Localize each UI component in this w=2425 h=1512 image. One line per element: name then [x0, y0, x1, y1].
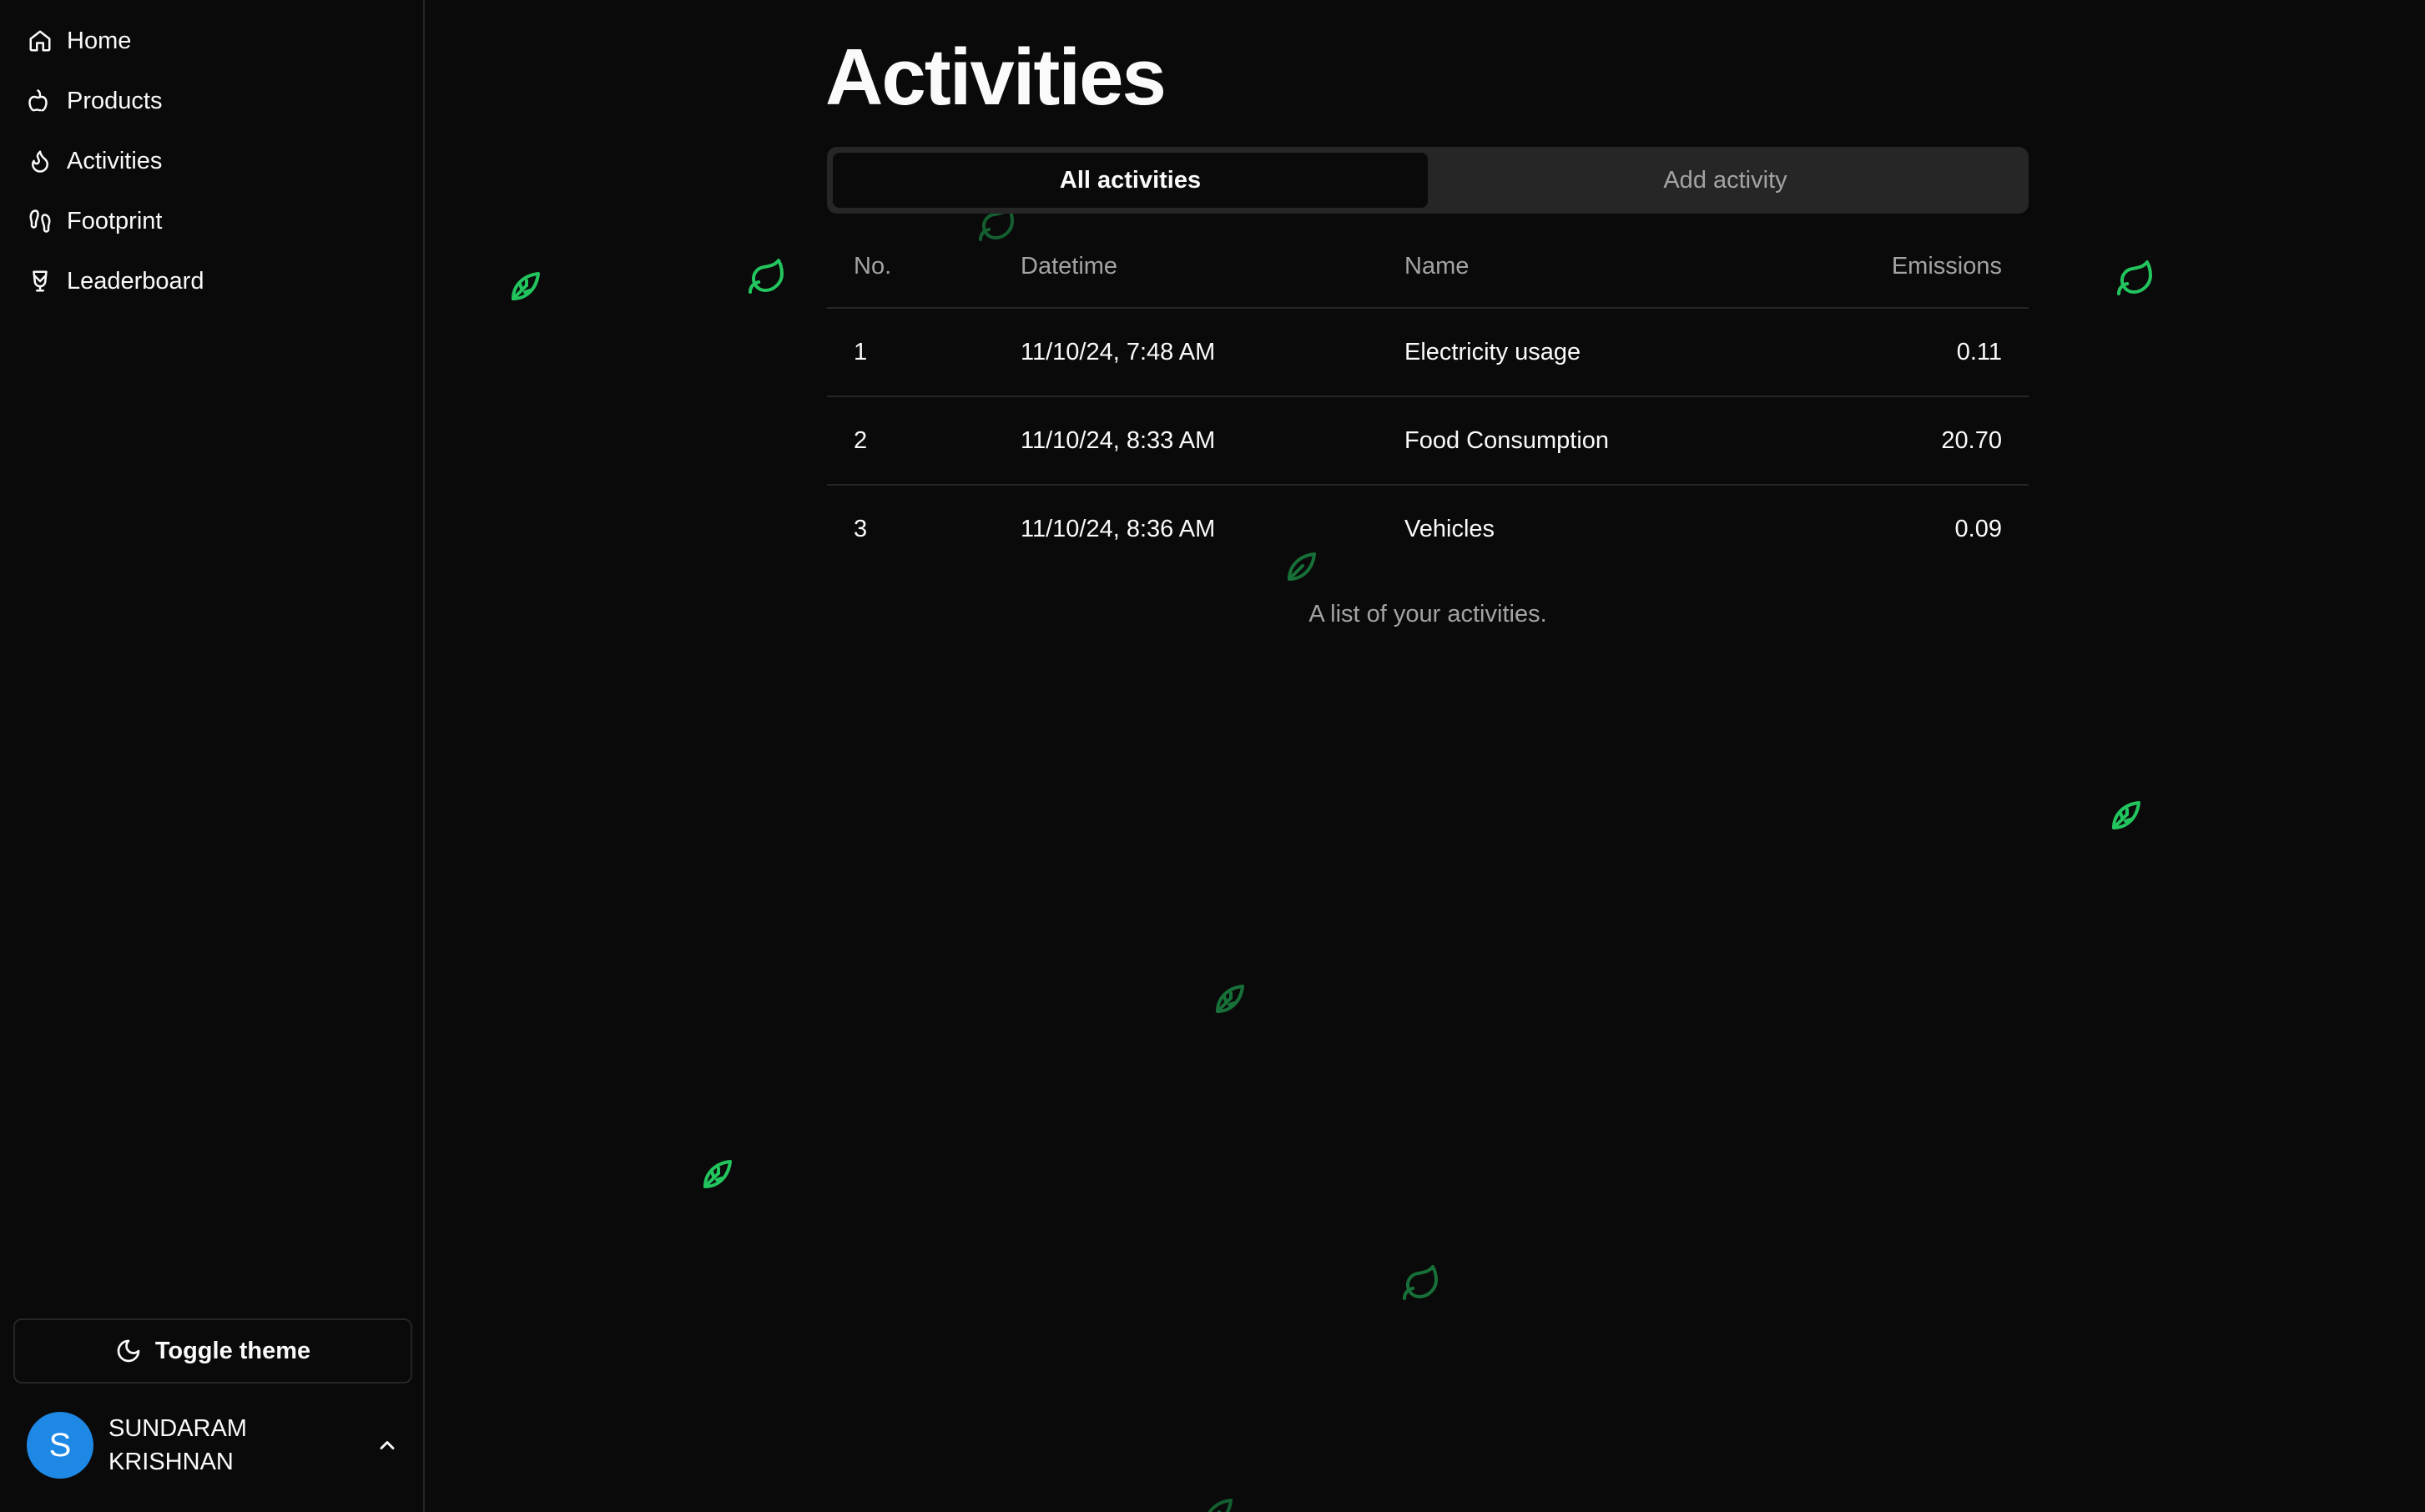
cell-emissions: 20.70 — [1776, 396, 2029, 486]
table-row: 3 11/10/24, 8:36 AM Vehicles 0.09 — [827, 485, 2029, 572]
leaf-icon — [2115, 259, 2155, 299]
tabs: All activities Add activity — [827, 147, 2029, 214]
table-header-row: No. Datetime Name Emissions — [827, 225, 2029, 309]
column-header-name: Name — [1378, 225, 1777, 309]
leaf-icon — [747, 257, 787, 297]
leaf-icon — [1401, 1263, 1441, 1303]
sidebar-item-label: Activities — [67, 147, 163, 174]
activities-table-container: No. Datetime Name Emissions 1 11/10/24, … — [827, 225, 2029, 628]
toggle-theme-button[interactable]: Toggle theme — [13, 1318, 412, 1383]
app-root: Home Products Activities Footprint Leade… — [0, 0, 2425, 1512]
cell-no: 1 — [827, 308, 994, 397]
flame-icon — [27, 148, 53, 174]
cell-no: 2 — [827, 396, 994, 486]
sidebar-item-label: Products — [67, 87, 163, 114]
sidebar-item-home[interactable]: Home — [13, 17, 411, 65]
column-header-no: No. — [827, 225, 994, 309]
apple-icon — [27, 88, 53, 114]
leaf-icon — [1197, 1494, 1238, 1512]
cell-emissions: 0.09 — [1954, 515, 2002, 542]
sidebar-nav: Home Products Activities Footprint Leade… — [13, 17, 411, 317]
trophy-icon — [27, 268, 53, 295]
cell-name: Electricity usage — [1378, 308, 1777, 397]
tab-add-activity[interactable]: Add activity — [1428, 153, 2023, 208]
avatar: S — [27, 1412, 93, 1479]
sidebar-item-label: Leaderboard — [67, 267, 204, 295]
sidebar-item-activities[interactable]: Activities — [13, 137, 411, 185]
cell-name: Vehicles — [1404, 515, 1495, 542]
cell-no: 3 — [854, 515, 868, 542]
leaf-icon — [505, 267, 545, 307]
leaf-icon — [1209, 980, 1249, 1020]
user-menu[interactable]: S SUNDARAM KRISHNAN — [13, 1402, 412, 1489]
tab-all-activities[interactable]: All activities — [833, 153, 1428, 208]
footprints-icon — [27, 208, 53, 234]
cell-name: Food Consumption — [1378, 396, 1777, 486]
moon-icon — [117, 1339, 140, 1363]
page-title: Activities — [825, 33, 1167, 122]
user-name: SUNDARAM KRISHNAN — [108, 1415, 247, 1475]
cell-datetime: 11/10/24, 8:33 AM — [994, 396, 1378, 486]
chevron-up-icon[interactable] — [376, 1434, 399, 1457]
sidebar-item-products[interactable]: Products — [13, 77, 411, 125]
cell-datetime: 11/10/24, 8:36 AM — [1021, 515, 1216, 542]
main-content: Activities All activities Add activity N… — [425, 0, 2425, 1512]
column-header-emissions: Emissions — [1776, 225, 2029, 309]
table-caption: A list of your activities. — [1308, 601, 1547, 627]
sidebar-item-footprint[interactable]: Footprint — [13, 197, 411, 245]
activities-table: No. Datetime Name Emissions 1 11/10/24, … — [827, 225, 2029, 572]
leaf-icon — [2105, 796, 2145, 836]
table-row: 1 11/10/24, 7:48 AM Electricity usage 0.… — [827, 308, 2029, 397]
sidebar-item-leaderboard[interactable]: Leaderboard — [13, 257, 411, 305]
column-header-datetime: Datetime — [994, 225, 1378, 309]
sidebar: Home Products Activities Footprint Leade… — [0, 0, 425, 1512]
cell-datetime: 11/10/24, 7:48 AM — [994, 308, 1378, 397]
sidebar-item-label: Footprint — [67, 207, 163, 234]
toggle-theme-label: Toggle theme — [154, 1337, 311, 1364]
leaf-icon — [697, 1155, 737, 1195]
cell-emissions: 0.11 — [1776, 308, 2029, 397]
table-row: 2 11/10/24, 8:33 AM Food Consumption 20.… — [827, 396, 2029, 486]
sidebar-item-label: Home — [67, 27, 132, 54]
home-icon — [27, 28, 53, 54]
